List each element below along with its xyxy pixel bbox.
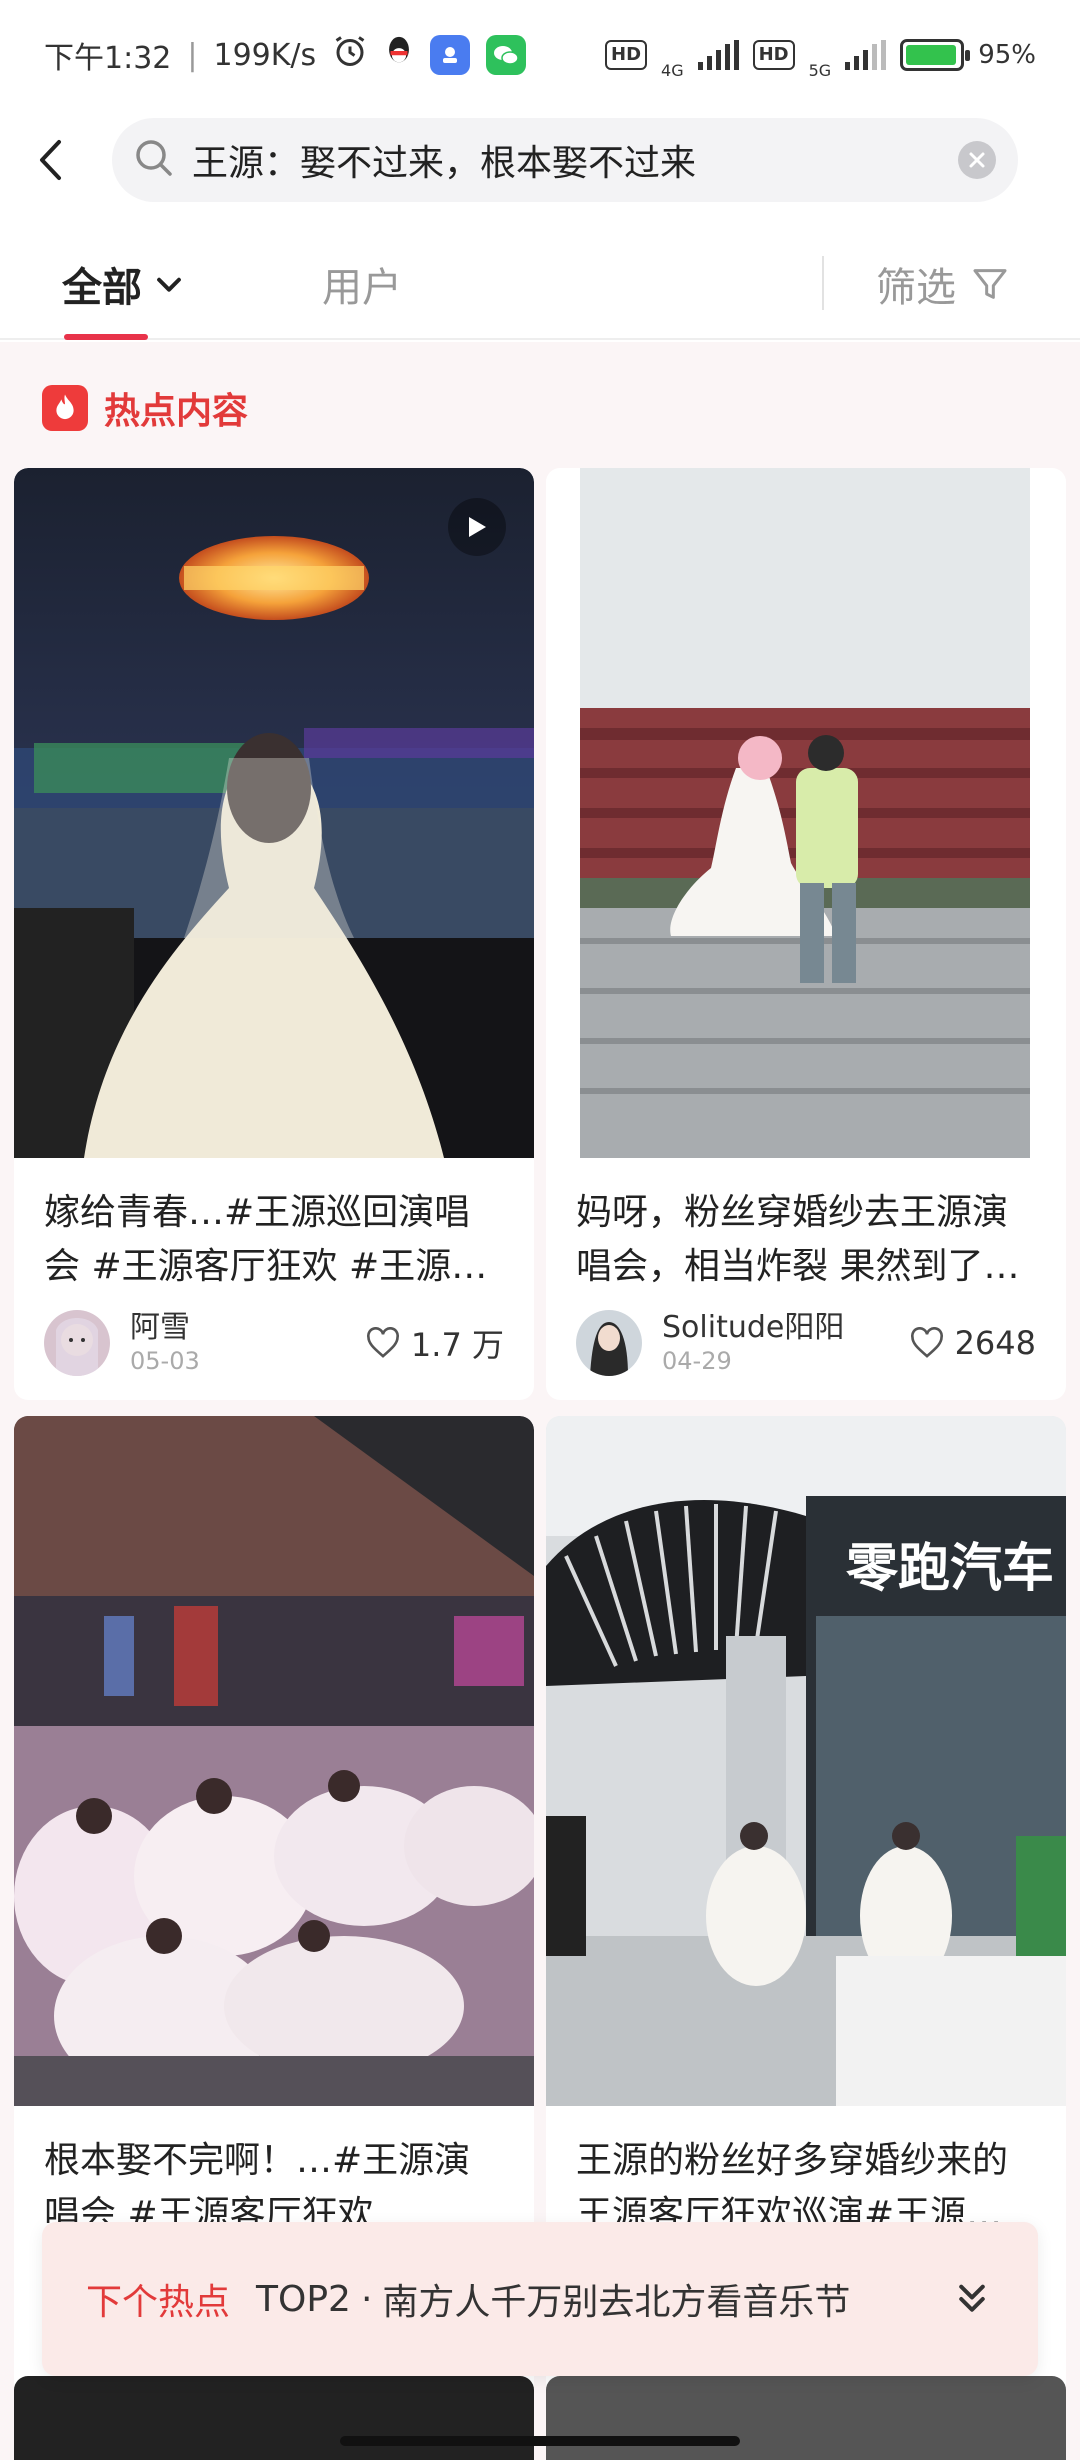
search-header	[0, 118, 1080, 202]
tab-users-label: 用户	[322, 265, 402, 311]
tab-users[interactable]: 用户	[322, 255, 402, 313]
wechat-icon	[486, 35, 527, 75]
avatar[interactable]	[44, 1310, 110, 1376]
clear-search-button[interactable]	[958, 141, 996, 179]
active-tab-indicator	[64, 334, 148, 340]
author-name[interactable]: Solitude阳阳	[662, 1310, 844, 1346]
card-title: 嫁给青春…#王源巡回演唱会 #王源客厅狂欢 #王源…	[44, 1192, 488, 1287]
flame-icon	[42, 385, 88, 431]
hd-badge: HD	[605, 40, 648, 70]
home-indicator[interactable]	[340, 2436, 740, 2446]
tab-divider	[822, 256, 824, 310]
post-date: 04-29	[662, 1347, 732, 1375]
next-row-thumbnail[interactable]	[14, 2376, 534, 2460]
content-card[interactable]: 妈呀，粉丝穿婚纱去王源演唱会，相当炸裂 果然到了… Solitude阳阳 04-…	[546, 468, 1066, 1400]
post-date: 05-03	[130, 1347, 200, 1375]
close-icon	[969, 152, 985, 168]
outdoor-wedding-dress-image	[580, 468, 1030, 1158]
back-button[interactable]	[28, 130, 72, 190]
next-hot-topic-banner[interactable]: 下个热点 TOP2 · 南方人千万别去北方看音乐节	[42, 2222, 1038, 2376]
author-name[interactable]: 阿雪	[130, 1310, 200, 1346]
like-button[interactable]: 1.7 万	[365, 1320, 504, 1366]
card-meta: Solitude阳阳 04-29 2648	[576, 1310, 1036, 1376]
avatar[interactable]	[576, 1310, 642, 1376]
content-card[interactable]: 嫁给青春…#王源巡回演唱会 #王源客厅狂欢 #王源… 阿雪 05-03 1.7 …	[14, 468, 534, 1400]
video-play-icon	[448, 498, 506, 556]
separator: ·	[360, 2278, 373, 2320]
card-thumbnail[interactable]	[14, 1416, 534, 2106]
alarm-icon	[332, 33, 368, 77]
card-title: 妈呀，粉丝穿婚纱去王源演唱会，相当炸裂 果然到了…	[576, 1192, 1020, 1287]
hd-badge: HD	[752, 40, 795, 70]
like-count: 2648	[954, 1324, 1036, 1362]
status-time: 下午1:32	[44, 41, 172, 76]
status-speed: 199K/s	[213, 37, 317, 73]
filter-tabs: 全部 用户 筛选	[0, 230, 1080, 340]
mall-wedding-dresses-image: 零跑汽车	[546, 1416, 1066, 2106]
back-arrow-icon	[40, 140, 61, 180]
hot-content-header: 热点内容	[42, 382, 248, 434]
filter-button[interactable]: 筛选	[876, 255, 1010, 313]
page: 下午1:32 | 199K/s HD 4G HD 5G 95% 王源：娶不过来，…	[0, 0, 1080, 2460]
store-sign: 零跑汽车	[846, 1539, 1054, 1599]
heart-icon	[910, 1327, 943, 1358]
double-chevron-down-icon[interactable]	[950, 2277, 994, 2321]
status-divider: |	[187, 37, 198, 73]
card-thumbnail[interactable]	[546, 468, 1066, 1158]
tab-all-label: 全部	[62, 265, 142, 311]
like-button[interactable]: 2648	[909, 1324, 1036, 1362]
funnel-icon	[973, 269, 1007, 299]
next-hot-rank: TOP2	[256, 2278, 351, 2320]
search-icon	[134, 138, 174, 182]
tab-all[interactable]: 全部	[62, 255, 186, 313]
next-hot-label: 下个热点	[86, 2282, 231, 2323]
search-input[interactable]	[192, 139, 958, 181]
card-thumbnail[interactable]	[14, 468, 534, 1158]
battery-icon	[900, 39, 971, 71]
heart-icon	[366, 1327, 399, 1358]
qq-icon	[384, 34, 414, 76]
status-bar: 下午1:32 | 199K/s HD 4G HD 5G 95%	[0, 0, 1080, 110]
like-count: 1.7 万	[410, 1326, 504, 1364]
crowd-wedding-dresses-image	[14, 1416, 534, 2106]
network-type: 5G	[808, 60, 832, 80]
card-meta: 阿雪 05-03 1.7 万	[44, 1310, 504, 1376]
battery-level: 95%	[978, 40, 1036, 70]
signal-icon	[697, 40, 739, 70]
next-hot-text: 南方人千万别去北方看音乐节	[382, 2282, 851, 2323]
next-row-thumbnail[interactable]	[546, 2376, 1066, 2460]
hot-content-title: 热点内容	[104, 391, 249, 432]
card-thumbnail[interactable]: 零跑汽车	[546, 1416, 1066, 2106]
hot-content-section: 热点内容 嫁给青春…#王源巡回演唱会 #王源客厅狂欢 #王源… 阿雪 05-03…	[0, 342, 1080, 2460]
chevron-down-icon	[157, 277, 181, 292]
network-type: 4G	[661, 60, 684, 80]
signal-icon	[845, 40, 887, 70]
filter-label: 筛选	[876, 265, 956, 311]
concert-wedding-dress-image	[14, 468, 534, 1158]
search-box[interactable]	[112, 118, 1018, 202]
app-notification-icon	[430, 35, 471, 75]
